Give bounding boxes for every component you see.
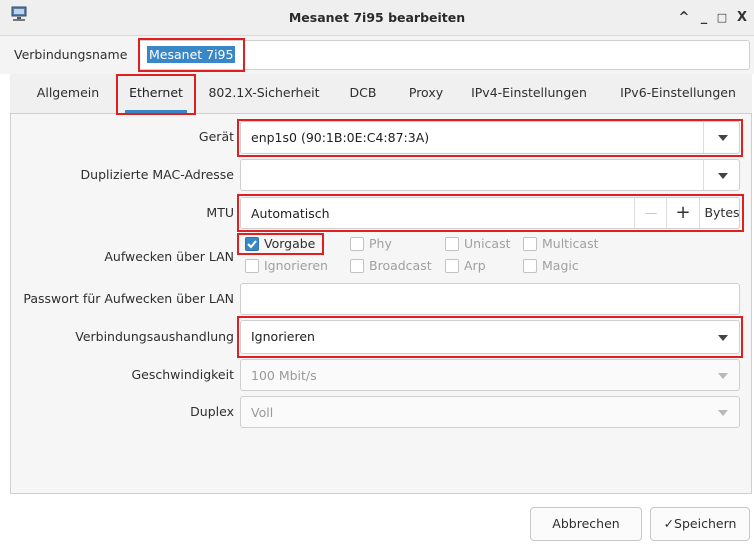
highlight-negotiation <box>237 316 743 358</box>
tab-allgemein[interactable]: Allgemein <box>24 74 112 114</box>
window-close-icon[interactable]: X <box>734 9 750 27</box>
highlight-device <box>237 119 743 157</box>
highlight-connection-name <box>138 38 245 72</box>
wol-unicast-label: Unicast <box>464 236 511 251</box>
connection-name-label: Verbindungsname <box>14 47 128 62</box>
speed-value: 100 Mbit/s <box>251 368 317 383</box>
cancel-button[interactable]: Abbrechen <box>530 507 642 541</box>
wol-unicast-checkbox[interactable] <box>445 237 459 251</box>
negotiation-label: Verbindungsaushandlung <box>75 329 234 344</box>
wol-magic-label: Magic <box>542 258 579 273</box>
wol-multicast-label: Multicast <box>542 236 599 251</box>
wol-password-input[interactable] <box>240 283 740 315</box>
tab-ipv6[interactable]: IPv6-Einstellungen <box>608 74 748 114</box>
tab-8021x-security[interactable]: 802.1X-Sicherheit <box>200 74 328 114</box>
highlight-ethernet-tab <box>116 74 196 115</box>
wol-password-label: Passwort für Aufwecken über LAN <box>23 291 234 306</box>
window-minimize-icon[interactable]: _ <box>696 9 712 27</box>
wol-phy-label: Phy <box>369 236 392 251</box>
cloned-mac-combobox[interactable] <box>240 159 740 191</box>
wol-arp-checkbox[interactable] <box>445 259 459 273</box>
wol-ignorieren-label: Ignorieren <box>264 258 328 273</box>
speed-label: Geschwindigkeit <box>131 367 234 382</box>
chevron-down-icon[interactable] <box>718 373 728 379</box>
wol-arp-label: Arp <box>464 258 486 273</box>
highlight-mtu <box>237 194 744 232</box>
wake-on-lan-label: Aufwecken über LAN <box>104 249 234 264</box>
wol-ignorieren-checkbox[interactable] <box>245 259 259 273</box>
save-button-label: Speichern <box>674 516 737 531</box>
window-shade-icon[interactable]: ^ <box>676 9 692 27</box>
cloned-mac-label: Duplizierte MAC-Adresse <box>80 167 234 182</box>
wol-magic-checkbox[interactable] <box>523 259 537 273</box>
checkmark-icon: ✓ <box>663 516 675 531</box>
speed-combobox[interactable]: 100 Mbit/s <box>240 359 740 391</box>
tab-proxy[interactable]: Proxy <box>398 74 454 114</box>
tab-ipv4[interactable]: IPv4-Einstellungen <box>462 74 596 114</box>
window-maximize-icon[interactable]: □ <box>714 9 730 27</box>
wol-broadcast-label: Broadcast <box>369 258 432 273</box>
wol-phy-checkbox[interactable] <box>350 237 364 251</box>
wol-multicast-checkbox[interactable] <box>523 237 537 251</box>
save-button[interactable]: ✓Speichern <box>650 507 750 541</box>
cloned-mac-combo-separator <box>703 160 704 190</box>
window-title: Mesanet 7i95 bearbeiten <box>288 10 466 25</box>
highlight-wol-vorgabe <box>237 233 324 255</box>
tab-dcb[interactable]: DCB <box>340 74 386 114</box>
mtu-label: MTU <box>206 205 234 220</box>
duplex-value: Voll <box>251 405 274 420</box>
chevron-down-icon[interactable] <box>718 173 728 179</box>
device-label: Gerät <box>198 129 234 144</box>
duplex-combobox[interactable]: Voll <box>240 396 740 428</box>
wol-broadcast-checkbox[interactable] <box>350 259 364 273</box>
duplex-label: Duplex <box>190 404 234 419</box>
chevron-down-icon[interactable] <box>718 410 728 416</box>
